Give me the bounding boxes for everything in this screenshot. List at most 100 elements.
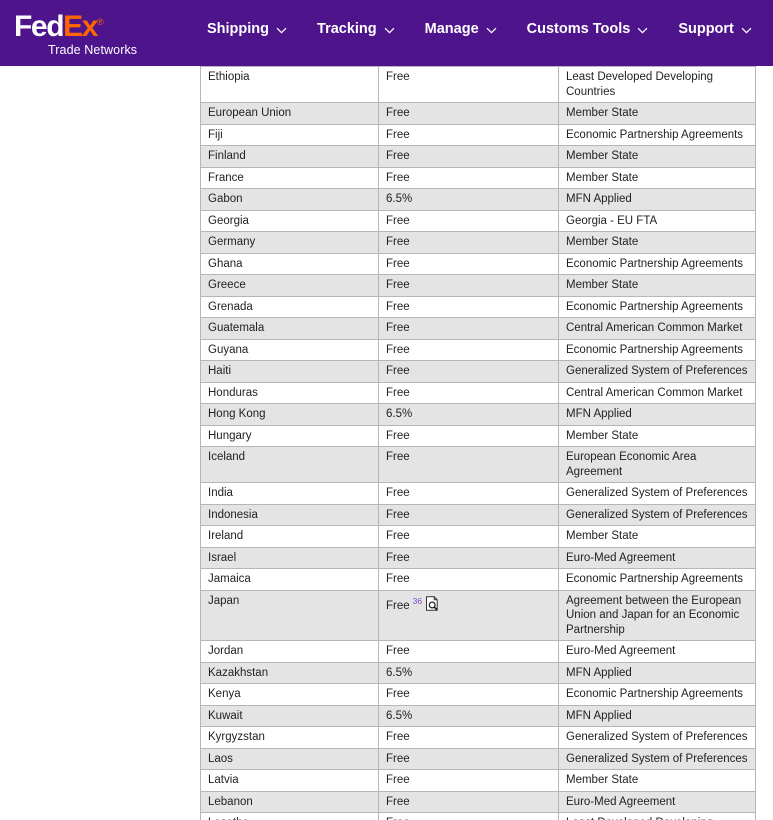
cell-country: Indonesia	[200, 503, 379, 526]
table-row: Honduras Free Central American Common Mark…	[200, 381, 756, 404]
cell-trade-program: Central American Common Market	[558, 317, 756, 340]
cell-duty-rate: Free	[378, 503, 559, 526]
cell-country: Lesotho	[200, 812, 379, 820]
nav-item-manage[interactable]: Manage	[424, 19, 498, 39]
nav-item-manage-label: Manage	[424, 21, 479, 37]
duty-rate-value: Free	[386, 107, 410, 119]
cell-duty-rate: Free	[378, 317, 559, 340]
cell-duty-rate: Free	[378, 123, 559, 146]
footnote-reference-link[interactable]: 36	[413, 596, 422, 606]
duty-rate-value: Free	[386, 386, 410, 399]
cell-country: Kuwait	[200, 704, 379, 727]
cell-trade-program: Member State	[558, 424, 756, 447]
cell-trade-program: Member State	[558, 769, 756, 792]
table-row: Kyrgyzstan Free Generalized System of Pref…	[200, 726, 756, 749]
cell-duty-rate: Free	[378, 102, 559, 125]
cell-trade-program: Generalized System of Preferences	[558, 360, 756, 383]
duty-rate-value: Free	[386, 487, 410, 499]
table-row: Finland Free Member State	[200, 145, 756, 168]
table-row: Fiji Free Economic Partnership Agreements	[200, 123, 756, 146]
duty-rate-value: Free	[386, 236, 410, 248]
cell-duty-rate: Free	[378, 381, 559, 404]
logo-fed-text: Fed	[14, 10, 65, 43]
cell-country: Jamaica	[200, 568, 379, 591]
table-row: Greece Free Member State	[200, 274, 756, 297]
cell-trade-program: Member State	[558, 274, 756, 297]
logo-tagline: Trade Networks	[48, 43, 138, 57]
duty-rates-table-body: Ethiopia Free Least Developed Developing C…	[200, 66, 756, 820]
cell-country: Kyrgyzstan	[200, 726, 379, 749]
cell-trade-program: Economic Partnership Agreements	[558, 683, 756, 706]
nav-item-shipping[interactable]: Shipping	[206, 19, 288, 39]
document-search-icon[interactable]	[425, 596, 439, 612]
cell-duty-rate: Free	[378, 525, 559, 548]
cell-trade-program: MFN Applied	[558, 704, 756, 727]
table-row: Georgia Free Georgia - EU FTA	[200, 209, 756, 232]
cell-country: Guatemala	[200, 317, 379, 340]
cell-trade-program: Member State	[558, 145, 756, 168]
logo-ex-text: Ex	[63, 10, 98, 43]
table-row: Japan Free 36 Agreement between the Europea…	[200, 589, 756, 641]
nav-item-customs-tools[interactable]: Customs Tools	[526, 19, 650, 39]
cell-duty-rate: Free	[378, 360, 559, 383]
table-row: Grenada Free Economic Partnership Agreemen…	[200, 295, 756, 318]
cell-duty-rate: Free	[378, 790, 559, 813]
table-row: Haiti Free Generalized System of Preferenc…	[200, 360, 756, 383]
cell-trade-program: Economic Partnership Agreements	[558, 123, 756, 146]
cell-country: Hungary	[200, 424, 379, 447]
cell-duty-rate: Free	[378, 166, 559, 189]
chevron-down-icon	[741, 25, 752, 36]
fedex-trade-networks-logo[interactable]: FedEx® Trade Networks	[14, 7, 194, 59]
chevron-down-icon	[637, 25, 648, 36]
duty-rate-value: Free	[386, 128, 410, 141]
cell-duty-rate: 6.5%	[378, 661, 559, 684]
table-row: Guatemala Free Central American Common Mar…	[200, 317, 756, 340]
cell-duty-rate: Free	[378, 424, 559, 447]
cell-trade-program: Central American Common Market	[558, 381, 756, 404]
duty-rate-value: Free	[386, 343, 410, 356]
duty-rates-table: Ethiopia Free Least Developed Developing C…	[200, 66, 756, 820]
cell-trade-program: European Economic Area Agreement	[558, 446, 756, 483]
nav-item-tracking[interactable]: Tracking	[316, 19, 396, 39]
cell-trade-program: Member State	[558, 231, 756, 254]
chevron-down-icon	[384, 25, 395, 36]
cell-trade-program: Generalized System of Preferences	[558, 482, 756, 505]
nav-item-tracking-label: Tracking	[317, 21, 377, 37]
duty-rate-value: Free	[386, 573, 410, 585]
duty-rate-value: Free	[386, 599, 410, 612]
cell-duty-rate: Free	[378, 812, 559, 820]
table-row: Germany Free Member State	[200, 231, 756, 254]
duty-rates-table-container: Ethiopia Free Least Developed Developing C…	[200, 66, 756, 820]
cell-duty-rate: Free 36	[378, 589, 559, 641]
table-row: Hong Kong 6.5% MFN Applied	[200, 403, 756, 426]
cell-duty-rate: Free	[378, 546, 559, 569]
cell-duty-rate: Free	[378, 231, 559, 254]
table-row: Jordan Free Euro-Med Agreement	[200, 640, 756, 663]
cell-country: European Union	[200, 102, 379, 125]
table-row: India Free Generalized System of Preferenc…	[200, 482, 756, 505]
duty-rate-value: Free	[386, 731, 410, 743]
main-navigation: Shipping Tracking Manage Customs Tools S…	[206, 19, 753, 39]
duty-rate-value: Free	[386, 214, 410, 227]
nav-item-customs-tools-label: Customs Tools	[526, 21, 631, 37]
duty-rate-value: Free	[386, 508, 410, 521]
duty-rate-value: Free	[386, 795, 410, 808]
duty-rate-value: Free	[386, 429, 410, 442]
cell-trade-program: Georgia - EU FTA	[558, 209, 756, 232]
fedex-wordmark: FedEx®	[14, 7, 194, 42]
cell-trade-program: Economic Partnership Agreements	[558, 295, 756, 318]
duty-rate-value: Free	[386, 688, 410, 700]
cell-country: Haiti	[200, 360, 379, 383]
cell-country: Iceland	[200, 446, 379, 483]
table-row: Jamaica Free Economic Partnership Agreemen…	[200, 568, 756, 591]
duty-rate-value: Free	[386, 365, 410, 377]
duty-rate-value: 6.5%	[386, 666, 413, 679]
cell-country: Japan	[200, 589, 379, 641]
cell-trade-program: Member State	[558, 525, 756, 548]
table-row: European Union Free Member State	[200, 102, 756, 125]
cell-duty-rate: Free	[378, 274, 559, 297]
cell-trade-program: MFN Applied	[558, 188, 756, 211]
cell-trade-program: Generalized System of Preferences	[558, 747, 756, 770]
cell-duty-rate: 6.5%	[378, 403, 559, 426]
nav-item-support[interactable]: Support	[677, 19, 753, 39]
